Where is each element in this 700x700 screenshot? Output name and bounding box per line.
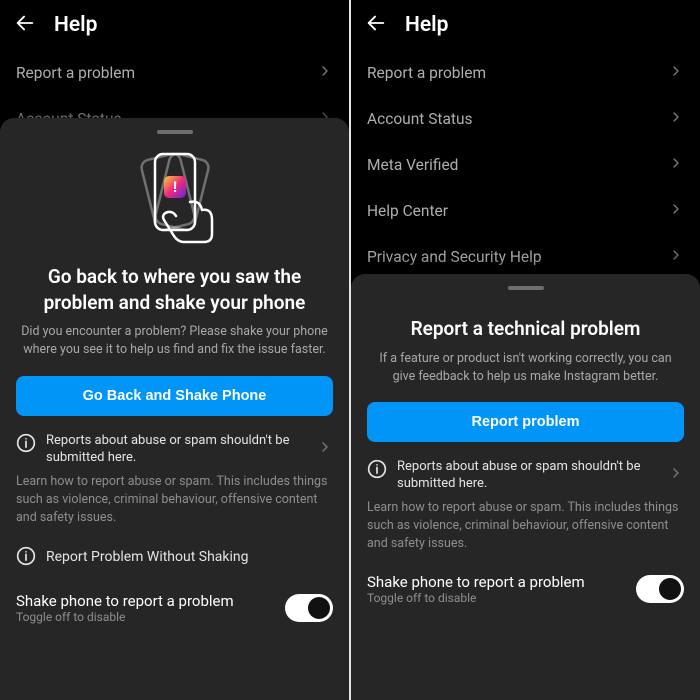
abuse-info-row[interactable]: Reports about abuse or spam shouldn't be…: [16, 416, 333, 471]
abuse-info-row[interactable]: Reports about abuse or spam shouldn't be…: [367, 442, 684, 497]
chevron-right-icon: [668, 465, 684, 485]
info-icon: [16, 546, 36, 570]
shake-phone-illustration: !: [16, 146, 333, 246]
help-item-label: Report a problem: [16, 64, 135, 82]
left-screen: Help Report a problem Account Status: [0, 0, 349, 700]
info-icon: [367, 459, 387, 483]
help-item-meta-verified[interactable]: Meta Verified: [367, 142, 684, 188]
help-item-label: Meta Verified: [367, 156, 458, 174]
chevron-right-icon: [668, 201, 684, 221]
shake-toggle-row: Shake phone to report a problem Toggle o…: [16, 586, 333, 640]
page-title: Help: [54, 13, 97, 37]
abuse-info-body: Learn how to report abuse or spam. This …: [16, 471, 333, 541]
sheet-subtitle: Did you encounter a problem? Please shak…: [16, 315, 333, 375]
right-screen: Help Report a problem Account Status Met…: [351, 0, 700, 700]
shake-toggle-row: Shake phone to report a problem Toggle o…: [367, 567, 684, 621]
bottom-sheet: Report a technical problem If a feature …: [351, 274, 700, 700]
abuse-info-body: Learn how to report abuse or spam. This …: [367, 497, 684, 567]
chevron-right-icon: [317, 63, 333, 83]
help-item-label: Report a problem: [367, 64, 486, 82]
report-problem-button[interactable]: Report problem: [367, 402, 684, 442]
chevron-right-icon: [668, 109, 684, 129]
help-item-label: Privacy and Security Help: [367, 248, 542, 266]
sheet-grabber[interactable]: [508, 286, 544, 290]
sheet-subtitle: If a feature or product isn't working co…: [367, 342, 684, 402]
abuse-info-heading: Reports about abuse or spam shouldn't be…: [46, 432, 307, 467]
header: Help: [351, 0, 700, 50]
help-item-help-center[interactable]: Help Center: [367, 188, 684, 234]
help-item-account-status[interactable]: Account Status: [367, 96, 684, 142]
sheet-grabber[interactable]: [157, 130, 193, 134]
report-without-shaking-row[interactable]: Report Problem Without Shaking: [16, 541, 333, 586]
sheet-title: Report a technical problem: [367, 316, 684, 342]
header: Help: [0, 0, 349, 50]
help-item-label: Help Center: [367, 202, 448, 220]
info-icon: [16, 433, 36, 457]
bottom-sheet: ! Go back to where you saw the problem a…: [0, 118, 349, 700]
help-item-report-problem[interactable]: Report a problem: [16, 50, 333, 96]
chevron-right-icon: [668, 63, 684, 83]
chevron-right-icon: [317, 439, 333, 459]
page-title: Help: [405, 13, 448, 37]
shake-toggle-title: Shake phone to report a problem: [16, 592, 234, 610]
back-arrow-icon[interactable]: [365, 12, 387, 38]
help-item-label: Account Status: [367, 110, 473, 128]
shake-toggle-subtitle: Toggle off to disable: [367, 591, 585, 605]
shake-toggle-subtitle: Toggle off to disable: [16, 610, 234, 624]
report-without-shaking-label: Report Problem Without Shaking: [46, 548, 249, 567]
shake-toggle-title: Shake phone to report a problem: [367, 573, 585, 591]
svg-text:!: !: [172, 178, 176, 196]
go-back-shake-button[interactable]: Go Back and Shake Phone: [16, 376, 333, 416]
chevron-right-icon: [668, 247, 684, 267]
shake-toggle[interactable]: [636, 575, 684, 603]
help-item-report-problem[interactable]: Report a problem: [367, 50, 684, 96]
back-arrow-icon[interactable]: [14, 12, 36, 38]
sheet-title: Go back to where you saw the problem and…: [16, 264, 333, 315]
chevron-right-icon: [668, 155, 684, 175]
shake-toggle[interactable]: [285, 594, 333, 622]
abuse-info-heading: Reports about abuse or spam shouldn't be…: [397, 458, 658, 493]
